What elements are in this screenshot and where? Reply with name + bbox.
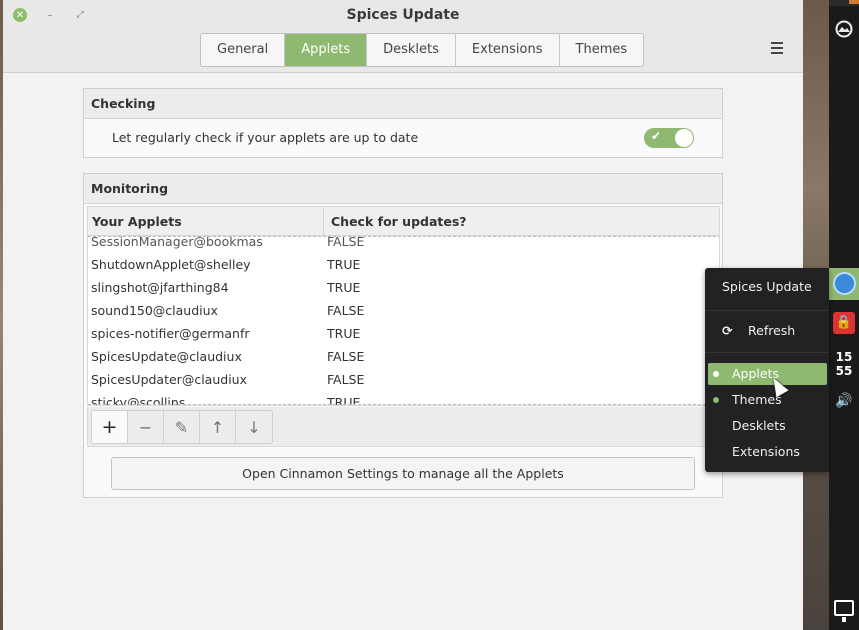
applet-check-value[interactable]: TRUE [327,253,360,276]
table-row[interactable]: spices-notifier@germanfr TRUE [88,322,719,345]
tab-extensions[interactable]: Extensions [456,34,560,66]
applet-name: ShutdownApplet@shelley [91,257,251,272]
menu-title: Spices Update [722,279,812,294]
refresh-label: Refresh [748,323,796,338]
edit-icon[interactable]: ✎ [164,411,200,443]
list-toolbar: + − ✎ ↑ ↓ [87,407,720,447]
toggle-knob [675,129,693,147]
applet-name: spices-notifier@germanfr [91,326,250,341]
spices-update-applet[interactable] [829,268,859,300]
menu-separator [705,310,829,311]
network-icon[interactable] [833,18,855,40]
menu-refresh-item[interactable]: ⟳ Refresh [722,323,795,338]
remove-icon[interactable]: − [128,411,164,443]
tab-applets[interactable]: Applets [285,34,368,66]
add-icon[interactable]: + [92,411,128,443]
checking-header: Checking [84,89,722,119]
refresh-icon: ⟳ [722,323,733,338]
move-up-icon[interactable]: ↑ [200,411,236,443]
spices-update-popup-menu: Spices Update ⟳ Refresh Applets Themes De… [705,268,829,472]
menu-separator [705,352,829,353]
table-top-divider [88,236,719,237]
table-row[interactable]: SpicesUpdater@claudiux FALSE [88,368,719,391]
show-desktop-icon[interactable] [834,600,854,622]
table-header: Your Applets Check for updates? [88,207,719,236]
toolbar-button-group: + − ✎ ↑ ↓ [91,410,273,444]
monitoring-header: Monitoring [84,174,722,204]
clock[interactable]: 15 55 [829,350,859,378]
spices-update-icon [833,272,856,295]
check-icon: ✔ [651,129,662,143]
settings-button-row: Open Cinnamon Settings to manage all the… [84,447,722,497]
check-updates-label: Let regularly check if your applets are … [112,130,419,145]
volume-icon[interactable]: 🔊 [835,393,852,409]
menu-item-label: Extensions [732,444,800,459]
menu-item-extensions[interactable]: Extensions [708,441,827,463]
table-rows: SessionManager@bookmas FALSE ShutdownApp… [88,230,719,405]
menu-item-label: Desklets [732,418,786,433]
lock-icon[interactable]: 🔒 [833,312,855,334]
update-dot-icon [713,397,719,403]
hamburger-menu-icon[interactable] [771,42,783,56]
monitoring-section: Monitoring SessionManager@bookmas FALSE … [83,173,723,498]
update-dot-icon [713,371,719,377]
clock-minute: 55 [835,364,853,378]
table-row[interactable]: ShutdownApplet@shelley TRUE [88,253,719,276]
applet-check-value[interactable]: FALSE [327,345,364,368]
table-row[interactable]: SpicesUpdate@claudiux FALSE [88,345,719,368]
tab-desklets[interactable]: Desklets [367,34,456,66]
titlebar: ✕ – ⤢ Spices Update General Applets Desk… [3,0,803,73]
clock-hour: 15 [835,350,853,364]
tab-bar: General Applets Desklets Extensions Them… [200,33,645,67]
checking-row: Let regularly check if your applets are … [84,119,722,157]
applet-name: sound150@claudiux [91,303,218,318]
checking-section: Checking Let regularly check if your app… [83,88,723,158]
column-header-check-for-updates[interactable]: Check for updates? [325,207,719,236]
move-down-icon[interactable]: ↓ [236,411,272,443]
applet-check-value[interactable]: FALSE [327,299,364,322]
notification-indicator-icon[interactable] [849,0,859,4]
applet-name: SpicesUpdater@claudiux [91,372,247,387]
tab-general[interactable]: General [201,34,286,66]
open-cinnamon-settings-button[interactable]: Open Cinnamon Settings to manage all the… [111,457,695,490]
menu-item-themes[interactable]: Themes [708,389,827,411]
system-panel: 🔒 15 55 🔊 [829,0,859,630]
applet-name: SpicesUpdate@claudiux [91,349,242,364]
menu-item-desklets[interactable]: Desklets [708,415,827,437]
check-updates-toggle[interactable]: ✔ [644,128,694,148]
applet-name: slingshot@jfarthing84 [91,280,229,295]
tab-themes[interactable]: Themes [560,34,644,66]
applet-check-value[interactable]: FALSE [327,368,364,391]
applet-check-value[interactable]: TRUE [327,322,360,345]
column-header-your-applets[interactable]: Your Applets [88,207,324,236]
applet-check-value[interactable]: TRUE [327,276,360,299]
table-row[interactable]: sound150@claudiux FALSE [88,299,719,322]
spices-update-window: ✕ – ⤢ Spices Update General Applets Desk… [3,0,803,630]
applets-table[interactable]: SessionManager@bookmas FALSE ShutdownApp… [87,206,720,406]
table-bottom-divider [88,404,719,405]
table-row[interactable]: slingshot@jfarthing84 TRUE [88,276,719,299]
window-title: Spices Update [346,7,460,23]
